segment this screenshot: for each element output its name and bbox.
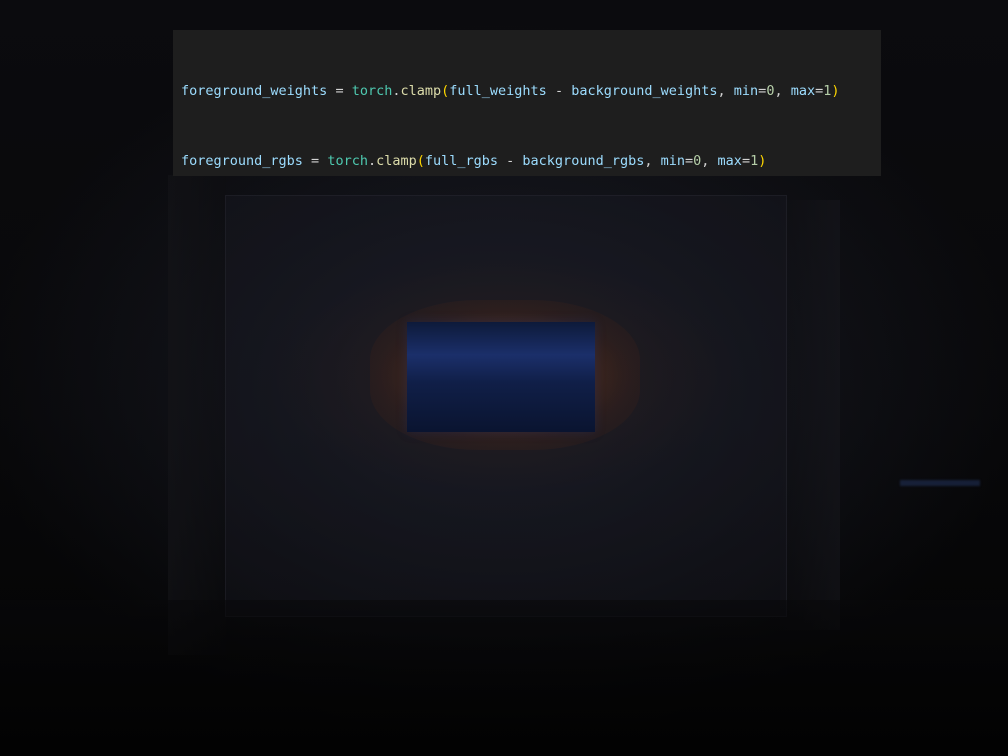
code-line-1: foreground_weights = torch.clamp(full_we… bbox=[181, 80, 873, 103]
code-token: = bbox=[685, 153, 694, 169]
code-token: foreground_weights bbox=[181, 83, 328, 100]
floor bbox=[0, 600, 1008, 756]
code-token: = bbox=[302, 153, 328, 169]
code-token: ) bbox=[758, 153, 767, 169]
code-token: min bbox=[660, 153, 685, 169]
code-token: min bbox=[733, 83, 759, 100]
code-token: , bbox=[717, 83, 734, 100]
code-token: - bbox=[546, 83, 572, 100]
code-token: . bbox=[367, 153, 377, 169]
code-line-2: foreground_rgbs = torch.clamp(full_rgbs … bbox=[181, 150, 873, 173]
code-token: foreground_rgbs bbox=[181, 153, 303, 169]
code-token: - bbox=[498, 153, 523, 169]
code-token: background_weights bbox=[571, 83, 718, 100]
code-token: , bbox=[644, 153, 661, 169]
code-token: full_rgbs bbox=[424, 153, 499, 169]
code-token: torch bbox=[351, 83, 393, 100]
code-token: clamp bbox=[376, 153, 417, 169]
code-token: , bbox=[701, 153, 718, 169]
code-token: ) bbox=[831, 83, 840, 100]
code-token: ( bbox=[416, 153, 425, 169]
code-token: clamp bbox=[400, 83, 442, 100]
blue-screen bbox=[407, 322, 595, 432]
code-token: background_rgbs bbox=[522, 153, 645, 169]
code-token: full_weights bbox=[449, 83, 547, 100]
code-token: max bbox=[790, 83, 816, 100]
video-frame-background: foreground_weights = torch.clamp(full_we… bbox=[0, 0, 1008, 756]
code-token: , bbox=[774, 83, 791, 100]
code-token: = bbox=[741, 153, 751, 169]
code-token: 1 bbox=[750, 153, 759, 169]
code-block: foreground_weights = torch.clamp(full_we… bbox=[173, 30, 881, 176]
code-token: = bbox=[327, 83, 352, 100]
side-light bbox=[900, 480, 980, 486]
left-pillar bbox=[168, 175, 226, 655]
code-token: torch bbox=[327, 153, 368, 169]
right-pillar bbox=[780, 200, 840, 630]
code-token: max bbox=[717, 153, 742, 169]
